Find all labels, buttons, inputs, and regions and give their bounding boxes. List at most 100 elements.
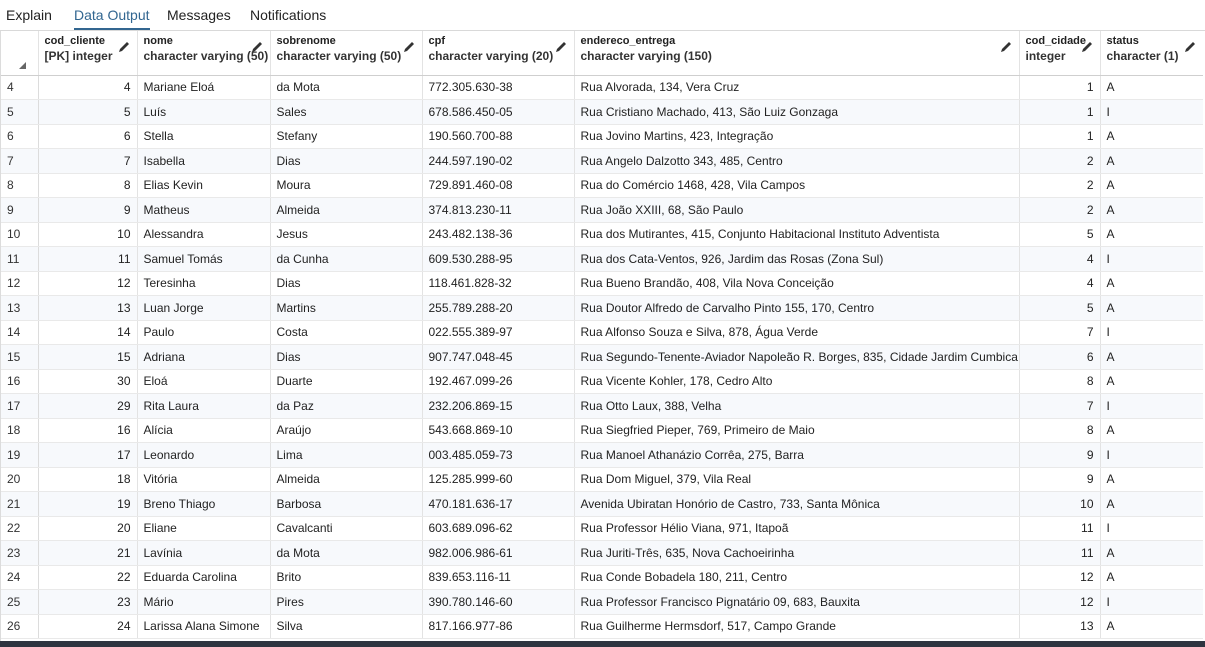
cell-cpf[interactable]: 192.467.099-26 [422,369,575,394]
cell-cpf[interactable]: 729.891.460-08 [422,173,575,198]
cell-cod-cliente[interactable]: 11 [38,246,138,272]
table-row[interactable]: 4 4 Mariane Eloá da Mota 772.305.630-38 Rua A… [1,75,1203,100]
cell-sobrenome[interactable]: Almeida [270,197,423,223]
cell-cod-cliente[interactable]: 9 [38,197,138,223]
cell-cod-cidade[interactable]: 13 [1019,614,1101,639]
cell-endereco-entrega[interactable]: Rua dos Mutirantes, 415, Conjunto Habita… [574,222,1020,247]
cell-sobrenome[interactable]: Cavalcanti [270,516,423,541]
cell-sobrenome[interactable]: Brito [270,565,423,590]
cell-sobrenome[interactable]: Pires [270,589,423,615]
row-number-header[interactable] [1,31,39,76]
cell-sobrenome[interactable]: da Mota [270,75,423,100]
cell-cod-cidade[interactable]: 8 [1019,418,1101,443]
cell-cod-cliente[interactable]: 13 [38,295,138,321]
cell-nome[interactable]: Isabella [137,148,271,174]
cell-cod-cliente[interactable]: 8 [38,173,138,198]
cell-status[interactable]: A [1100,369,1203,394]
cell-cod-cliente[interactable]: 23 [38,589,138,615]
cell-cod-cidade[interactable]: 5 [1019,222,1101,247]
row-number-cell[interactable]: 24 [1,565,39,590]
cell-cod-cliente[interactable]: 5 [38,99,138,125]
cell-status[interactable]: A [1100,197,1203,223]
cell-nome[interactable]: Stella [137,124,271,149]
cell-cpf[interactable]: 244.597.190-02 [422,148,575,174]
cell-sobrenome[interactable]: Lima [270,442,423,468]
cell-status[interactable]: A [1100,271,1203,296]
tab-messages[interactable]: Messages [167,6,231,28]
cell-sobrenome[interactable]: Costa [270,320,423,345]
column-header-cpf[interactable]: cpf character varying (20) [422,31,575,76]
row-number-cell[interactable]: 19 [1,442,39,468]
column-header-endereco-entrega[interactable]: endereco_entrega character varying (150) [574,31,1020,76]
cell-status[interactable]: A [1100,540,1203,566]
table-row[interactable]: 19 17 Leonardo Lima 003.485.059-73 Rua Manoel… [1,442,1203,468]
cell-cod-cliente[interactable]: 12 [38,271,138,296]
cell-cod-cliente[interactable]: 7 [38,148,138,174]
cell-cod-cliente[interactable]: 17 [38,442,138,468]
table-row[interactable]: 8 8 Elias Kevin Moura 729.891.460-08 Rua do C… [1,173,1203,198]
table-row[interactable]: 12 12 Teresinha Dias 118.461.828-32 Rua Bueno… [1,271,1203,296]
tab-data-output[interactable]: Data Output [74,6,150,30]
cell-endereco-entrega[interactable]: Rua Juriti-Três, 635, Nova Cachoeirinha [574,540,1020,566]
cell-status[interactable]: A [1100,418,1203,443]
cell-sobrenome[interactable]: Barbosa [270,491,423,517]
table-row[interactable]: 15 15 Adriana Dias 907.747.048-45 Rua Segundo… [1,344,1203,370]
cell-status[interactable]: I [1100,99,1203,125]
cell-nome[interactable]: Alessandra [137,222,271,247]
cell-cpf[interactable]: 678.586.450-05 [422,99,575,125]
table-row[interactable]: 18 16 Alícia Araújo 543.668.869-10 Rua Siegfr… [1,418,1203,443]
cell-cod-cidade[interactable]: 7 [1019,393,1101,419]
row-number-cell[interactable]: 16 [1,369,39,394]
cell-status[interactable]: A [1100,344,1203,370]
cell-endereco-entrega[interactable]: Rua Manoel Athanázio Corrêa, 275, Barra [574,442,1020,468]
table-row[interactable]: 7 7 Isabella Dias 244.597.190-02 Rua Angelo D… [1,148,1203,174]
tab-explain[interactable]: Explain [6,6,52,28]
cell-cod-cidade[interactable]: 11 [1019,540,1101,566]
cell-status[interactable]: A [1100,148,1203,174]
cell-cpf[interactable]: 982.006.986-61 [422,540,575,566]
row-number-cell[interactable]: 9 [1,197,39,223]
cell-endereco-entrega[interactable]: Rua Dom Miguel, 379, Vila Real [574,467,1020,492]
cell-cod-cidade[interactable]: 1 [1019,75,1101,100]
cell-endereco-entrega[interactable]: Avenida Ubiratan Honório de Castro, 733,… [574,491,1020,517]
cell-cod-cliente[interactable]: 22 [38,565,138,590]
cell-endereco-entrega[interactable]: Rua Bueno Brandão, 408, Vila Nova Concei… [574,271,1020,296]
cell-nome[interactable]: Vitória [137,467,271,492]
cell-nome[interactable]: Mário [137,589,271,615]
cell-nome[interactable]: Paulo [137,320,271,345]
cell-status[interactable]: I [1100,589,1203,615]
row-number-cell[interactable]: 6 [1,124,39,149]
cell-status[interactable]: A [1100,467,1203,492]
cell-nome[interactable]: Breno Thiago [137,491,271,517]
row-number-cell[interactable]: 5 [1,99,39,125]
row-number-cell[interactable]: 22 [1,516,39,541]
table-row[interactable]: 24 22 Eduarda Carolina Brito 839.653.116-11 R… [1,565,1203,590]
cell-nome[interactable]: Alícia [137,418,271,443]
cell-cod-cidade[interactable]: 12 [1019,565,1101,590]
row-number-cell[interactable]: 13 [1,295,39,321]
column-header-nome[interactable]: nome character varying (50) [137,31,271,76]
cell-endereco-entrega[interactable]: Rua dos Cata-Ventos, 926, Jardim das Ros… [574,246,1020,272]
table-row[interactable]: 10 10 Alessandra Jesus 243.482.138-36 Rua dos… [1,222,1203,247]
cell-sobrenome[interactable]: da Mota [270,540,423,566]
cell-endereco-entrega[interactable]: Rua Segundo-Tenente-Aviador Napoleão R. … [574,344,1020,370]
row-number-cell[interactable]: 10 [1,222,39,247]
cell-status[interactable]: A [1100,124,1203,149]
cell-cod-cidade[interactable]: 9 [1019,442,1101,468]
cell-cod-cidade[interactable]: 4 [1019,246,1101,272]
cell-cod-cliente[interactable]: 24 [38,614,138,639]
row-number-cell[interactable]: 23 [1,540,39,566]
cell-status[interactable]: I [1100,442,1203,468]
cell-endereco-entrega[interactable]: Rua Vicente Kohler, 178, Cedro Alto [574,369,1020,394]
cell-nome[interactable]: Eloá [137,369,271,394]
cell-status[interactable]: A [1100,614,1203,639]
cell-cod-cliente[interactable]: 20 [38,516,138,541]
row-number-cell[interactable]: 12 [1,271,39,296]
cell-sobrenome[interactable]: Dias [270,271,423,296]
cell-cpf[interactable]: 232.206.869-15 [422,393,575,419]
cell-cpf[interactable]: 839.653.116-11 [422,565,575,590]
cell-sobrenome[interactable]: Jesus [270,222,423,247]
row-number-cell[interactable]: 7 [1,148,39,174]
cell-cod-cidade[interactable]: 10 [1019,491,1101,517]
cell-cpf[interactable]: 374.813.230-11 [422,197,575,223]
